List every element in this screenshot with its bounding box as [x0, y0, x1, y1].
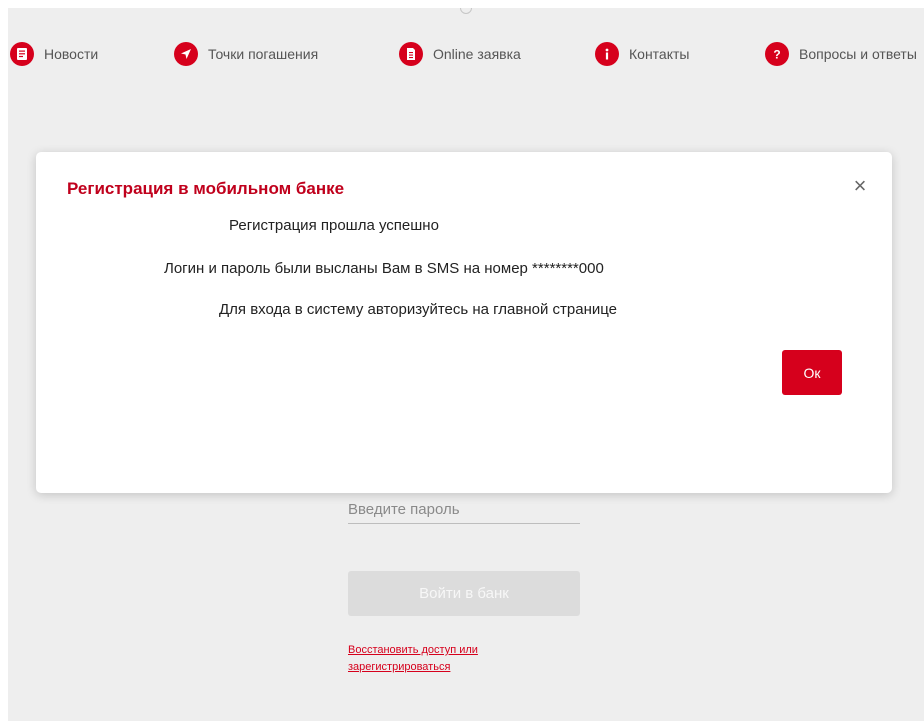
- login-instruction: Для входа в систему авторизуйтесь на гла…: [219, 301, 617, 318]
- nav-item-payment-points[interactable]: Точки погашения: [174, 40, 318, 68]
- close-button[interactable]: ×: [848, 174, 872, 198]
- svg-text:?: ?: [773, 48, 780, 62]
- nav-item-label: Контакты: [629, 46, 690, 62]
- password-input[interactable]: [348, 495, 580, 524]
- restore-access-link[interactable]: Восстановить доступ или зарегистрировать…: [348, 642, 528, 676]
- info-icon: [595, 42, 619, 66]
- nav-item-label: Новости: [44, 46, 99, 62]
- sms-message: Логин и пароль были высланы Вам в SMS на…: [164, 260, 604, 277]
- modal-title: Регистрация в мобильном банке: [67, 179, 345, 198]
- top-navigation: Новости Точки погашения Online заявка Ко…: [8, 40, 924, 68]
- nav-item-faq[interactable]: ? Вопросы и ответы: [765, 40, 917, 68]
- nav-item-news[interactable]: Новости: [10, 40, 98, 68]
- nav-item-contacts[interactable]: Контакты: [595, 40, 689, 68]
- ok-button[interactable]: Ок: [782, 350, 842, 395]
- nav-item-online-application[interactable]: Online заявка: [399, 40, 521, 68]
- login-button[interactable]: Войти в банк: [348, 571, 580, 616]
- page: Новости Точки погашения Online заявка Ко…: [8, 8, 924, 721]
- nav-item-label: Точки погашения: [208, 46, 319, 62]
- registration-modal: Регистрация в мобильном банке × Регистра…: [36, 152, 892, 493]
- document-icon: [399, 42, 423, 66]
- top-ghost-icon: [460, 8, 472, 14]
- question-icon: ?: [765, 42, 789, 66]
- nav-item-label: Online заявка: [433, 46, 521, 62]
- success-message: Регистрация прошла успешно: [229, 217, 439, 234]
- location-arrow-icon: [174, 42, 198, 66]
- news-icon: [10, 42, 34, 66]
- nav-item-label: Вопросы и ответы: [799, 46, 917, 62]
